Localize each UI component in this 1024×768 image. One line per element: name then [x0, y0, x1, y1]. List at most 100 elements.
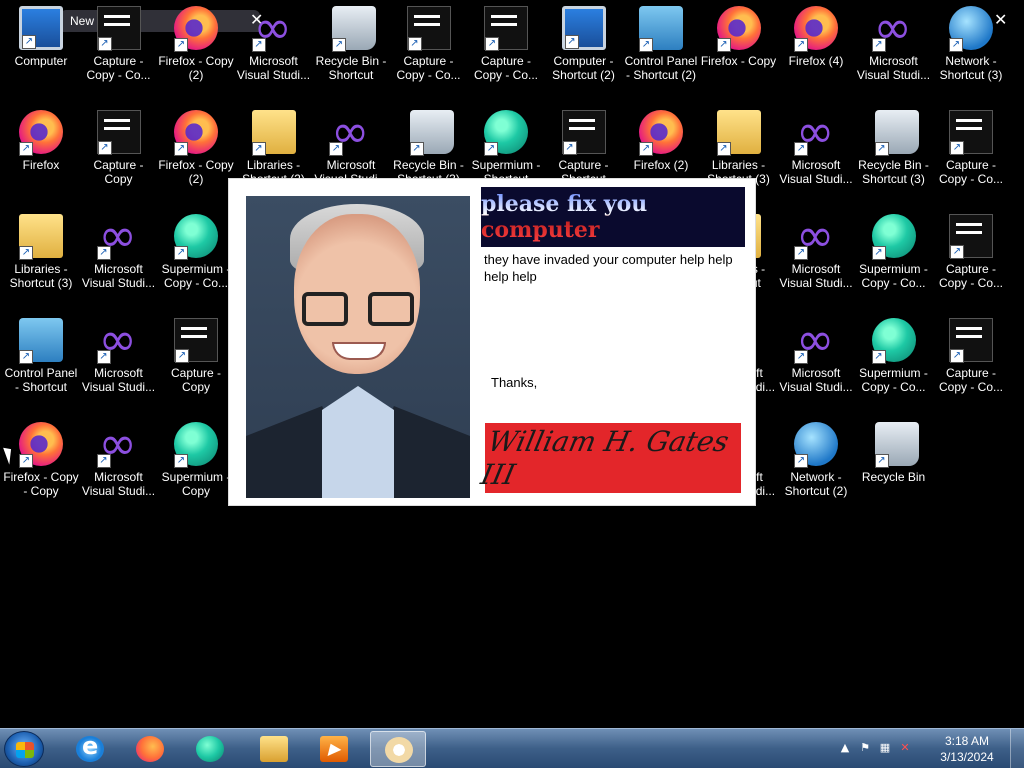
desktop-icon[interactable]: ↗ Libraries - Shortcut (3) [2, 210, 80, 310]
clock-time[interactable]: 3:18 AM [932, 734, 1002, 748]
computer-icon: ↗ [561, 6, 606, 50]
desktop-icon[interactable]: ↗ Firefox (4) [777, 2, 855, 102]
media-player-icon [320, 736, 348, 762]
capture-icon: ↗ [406, 6, 451, 51]
desktop-icon-label: Microsoft Visual Studi... [779, 158, 853, 186]
supermium-icon [196, 736, 224, 762]
shortcut-arrow-icon: ↗ [794, 246, 808, 260]
shortcut-arrow-icon: ↗ [485, 37, 499, 51]
desktop-icon[interactable]: ↗ Control Panel - Shortcut (2) [622, 2, 700, 102]
shortcut-arrow-icon: ↗ [639, 142, 653, 156]
desktop-icon[interactable]: ↗ Network - Shortcut (2) [777, 418, 855, 518]
network-icon: ↗ [949, 6, 993, 52]
taskbar-firefox[interactable] [122, 731, 178, 767]
vs-icon: ↗ [96, 416, 141, 470]
desktop-icon[interactable]: ↗ Microsoft Visual Studi... [777, 208, 855, 310]
desktop-icon[interactable]: ↗ Firefox - Copy (2) [157, 2, 235, 102]
capture-icon: ↗ [96, 110, 141, 155]
taskbar-supermium[interactable] [182, 731, 238, 767]
taskbar-explorer[interactable] [246, 731, 302, 767]
desktop-icon[interactable]: ↗ Computer - Shortcut (2) [545, 2, 623, 102]
scam-popup-image: please fix you computer they have invade… [228, 178, 756, 506]
shortcut-arrow-icon: ↗ [794, 38, 808, 52]
desktop-icon[interactable]: ↗ Supermium - Copy - Co... [855, 314, 933, 414]
shortcut-arrow-icon: ↗ [794, 142, 808, 156]
system-tray: ▲ ⚑ ▦ ✕ 3:18 AM 3/13/2024 [834, 729, 1024, 768]
desktop-icon-label: Supermium - Copy - Co... [161, 262, 231, 290]
firefox-icon: ↗ [174, 6, 218, 52]
libraries-icon: ↗ [251, 110, 296, 156]
desktop-icon-label: Capture - Copy [170, 366, 222, 394]
desktop-icon[interactable]: ↗ Recycle Bin - Shortcut [312, 2, 390, 102]
shortcut-arrow-icon: ↗ [562, 141, 577, 155]
desktop-icon-label: Firefox - Copy (2) [158, 158, 234, 186]
desktop-icon[interactable]: ↗ Microsoft Visual Studi... [235, 0, 313, 102]
shortcut-arrow-icon: ↗ [96, 246, 111, 260]
shortcut-arrow-icon: ↗ [19, 350, 33, 364]
desktop-icon[interactable]: ↗ Firefox - Copy (2) [157, 106, 235, 206]
recycle-icon: ↗ [874, 422, 919, 468]
shortcut-arrow-icon: ↗ [950, 349, 964, 363]
desktop-icon[interactable]: ↗ Microsoft Visual Studi... [777, 104, 855, 206]
desktop-icon[interactable]: ↗ Firefox - Copy - Copy [2, 418, 80, 518]
desktop-icon[interactable]: ↗ Control Panel - Shortcut [2, 314, 80, 414]
vs-icon: ↗ [794, 312, 838, 366]
desktop-icon[interactable]: ↗ Supermium - Copy - Co... [855, 210, 933, 310]
supermium-icon: ↗ [871, 214, 916, 260]
desktop-icon[interactable]: ↗ Capture - Copy - Co... [932, 314, 1010, 414]
shortcut-arrow-icon: ↗ [874, 142, 889, 156]
desktop-icon[interactable]: ↗ Microsoft Visual Studi... [80, 312, 158, 414]
desktop-icon-label: Capture - Copy - Co... [473, 54, 539, 82]
desktop-icon[interactable]: ↗ Supermium - Copy [157, 418, 235, 518]
desktop-icon[interactable]: ↗ Network - Shortcut (3) [932, 2, 1010, 102]
desktop-icon-label: Microsoft Visual Studi... [81, 262, 156, 290]
desktop-icon[interactable]: ↗ Capture - Copy - Co... [80, 2, 158, 102]
desktop-icon[interactable]: ↗ Microsoft Visual Studi... [855, 0, 933, 102]
desktop-icon-label: Firefox (2) [633, 158, 689, 172]
desktop-icon[interactable]: ↗ Capture - Copy - Co... [390, 2, 468, 102]
show-desktop-button[interactable] [1010, 729, 1024, 768]
desktop-icon[interactable]: ↗ Capture - Copy - Co... [932, 106, 1010, 206]
show-hidden-icons-icon[interactable]: ▲ [838, 741, 852, 755]
desktop-icon[interactable]: ↗ Firefox - Copy [700, 2, 778, 102]
firefox-icon: ↗ [716, 6, 761, 52]
shortcut-arrow-icon: ↗ [19, 246, 33, 260]
taskbar-internet-explorer[interactable] [62, 731, 118, 767]
desktop-icon-label: Firefox - Copy (2) [158, 54, 234, 82]
desktop-icon[interactable]: ↗ Capture - Copy [80, 106, 158, 206]
shortcut-arrow-icon: ↗ [251, 38, 266, 52]
desktop-icon-label: Control Panel - Shortcut [4, 366, 78, 394]
taskbar-media-player[interactable] [306, 731, 362, 767]
firefox-icon: ↗ [794, 6, 838, 52]
desktop-icon[interactable]: ↗ Computer [2, 2, 80, 102]
firefox-icon: ↗ [174, 110, 218, 156]
desktop-icon[interactable]: ↗ Microsoft Visual Studi... [777, 312, 855, 414]
desktop-icon[interactable]: ↗ Capture - Copy - Co... [467, 2, 545, 102]
action-center-flag-icon[interactable]: ⚑ [858, 741, 872, 755]
desktop-icon[interactable]: ↗ Microsoft Visual Studi... [80, 416, 158, 518]
clock-date[interactable]: 3/13/2024 [932, 750, 1002, 764]
desktop-icon[interactable]: ↗ Supermium - Copy - Co... [157, 210, 235, 310]
network-icon[interactable]: ▦ [878, 741, 892, 755]
desktop-icon[interactable]: ↗ Capture - Copy - Co... [932, 210, 1010, 310]
desktop-icon[interactable]: ↗ Recycle Bin [855, 418, 933, 518]
volume-muted-icon[interactable]: ✕ [898, 741, 912, 755]
desktop-icon[interactable]: ↗ Recycle Bin - Shortcut (3) [855, 106, 933, 206]
vs-icon: ↗ [871, 0, 916, 54]
popup-thanks: Thanks, [491, 375, 538, 390]
capture-icon: ↗ [949, 318, 993, 363]
desktop-icon[interactable]: ↗ Firefox [2, 106, 80, 206]
shortcut-arrow-icon: ↗ [950, 245, 964, 259]
shortcut-arrow-icon: ↗ [175, 349, 189, 363]
taskbar-paint[interactable] [370, 731, 426, 767]
folder-icon [260, 736, 288, 762]
capture-icon: ↗ [561, 110, 606, 155]
desktop-icon-label: Recycle Bin - Shortcut [315, 54, 387, 82]
desktop-icon[interactable]: ↗ Microsoft Visual Studi... [80, 208, 158, 310]
shortcut-arrow-icon: ↗ [484, 142, 498, 156]
start-button[interactable] [4, 731, 44, 767]
shortcut-arrow-icon: ↗ [19, 454, 33, 468]
banner-text: please fix you computer [481, 191, 745, 243]
capture-icon: ↗ [949, 110, 993, 155]
desktop-icon[interactable]: ↗ Capture - Copy [157, 314, 235, 414]
